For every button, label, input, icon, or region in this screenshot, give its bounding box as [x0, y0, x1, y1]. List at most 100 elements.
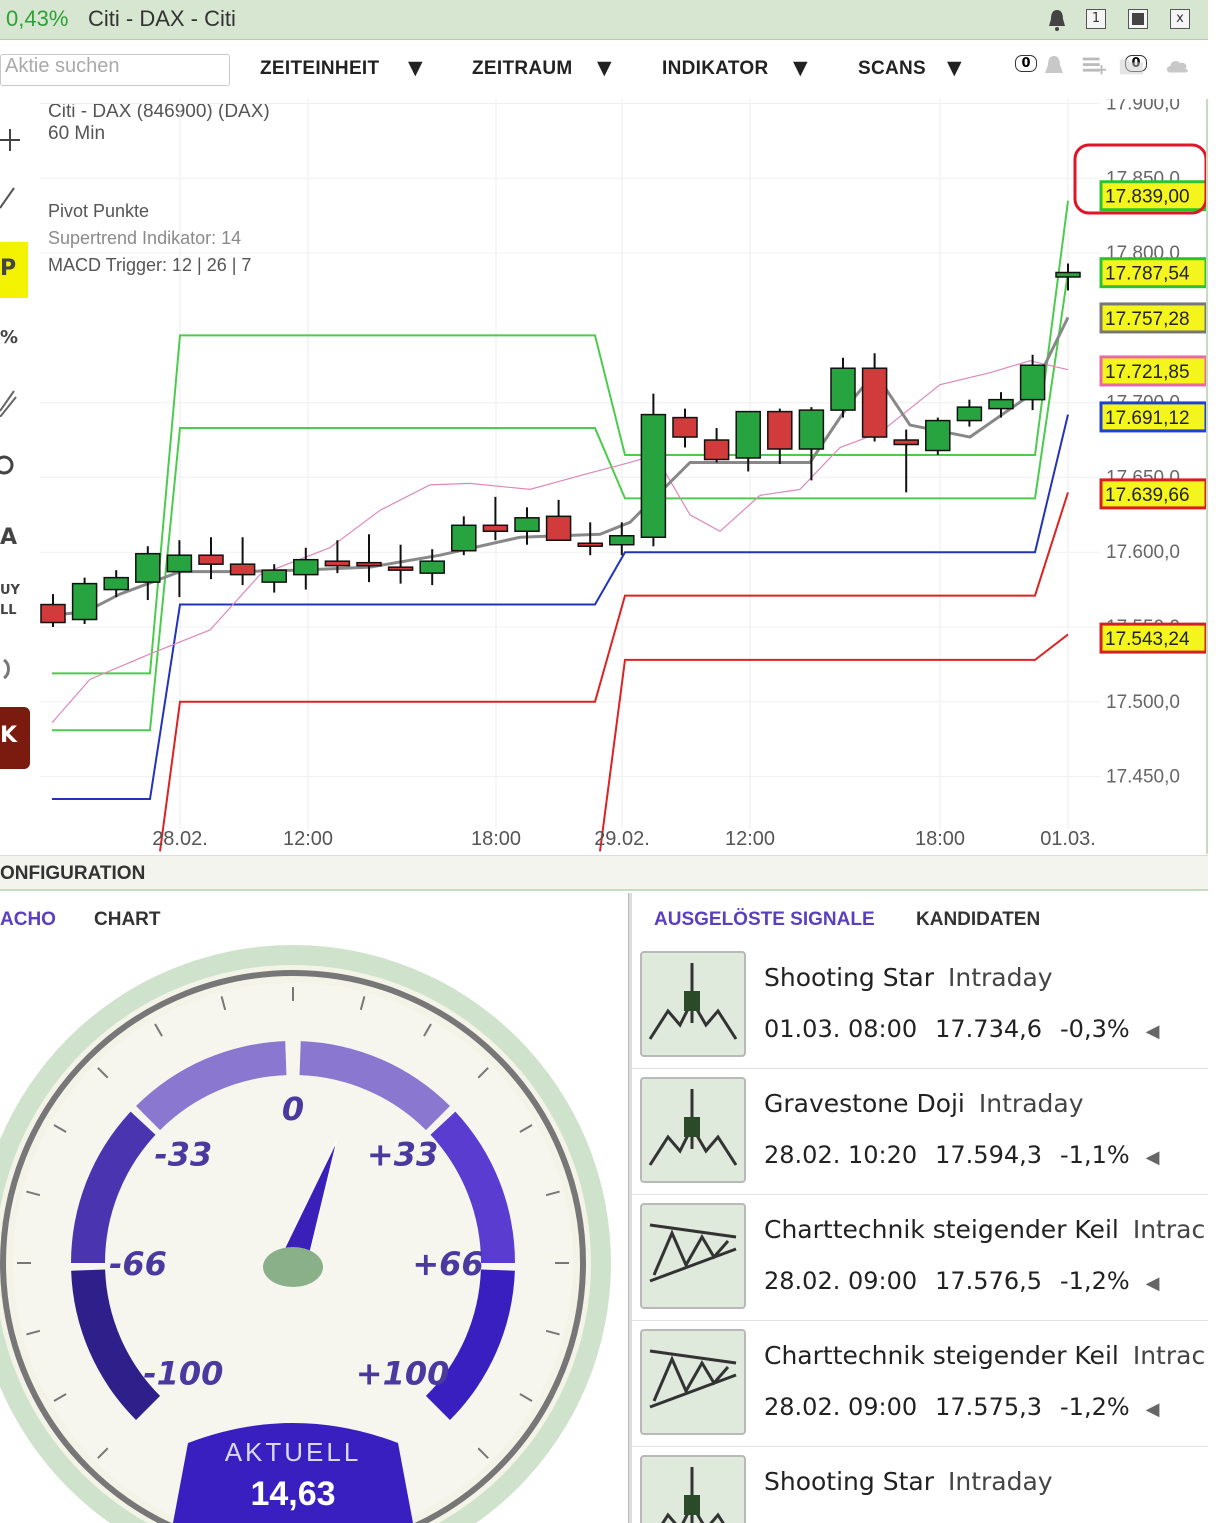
gauge-scale-label: -100	[143, 1355, 223, 1393]
speaker-icon[interactable]: ◀	[1146, 1021, 1160, 1042]
chevron-down-icon[interactable]: ▼	[947, 57, 962, 79]
signal-type: Intrac	[1132, 1341, 1206, 1370]
signal-date: 28.02. 09:00	[764, 1393, 918, 1421]
price-label-text: 17.839,00	[1105, 187, 1190, 208]
candle	[925, 419, 951, 452]
candle	[609, 535, 635, 546]
price-label-text: 17.787,54	[1105, 264, 1190, 285]
candle	[198, 554, 224, 565]
signal-row[interactable]: Shooting Star Intraday 01.03. 08:00 17.734,…	[632, 943, 1208, 1069]
signal-date: 28.02. 10:20	[764, 1141, 918, 1169]
tab-signals[interactable]: AUSGELÖSTE SIGNALE	[654, 909, 875, 931]
candle-pattern-icon	[640, 1077, 746, 1183]
signal-row[interactable]: Charttechnik steigender Keil Intrac 28.02.…	[632, 1321, 1208, 1447]
signal-name: Shooting Star	[764, 1467, 934, 1496]
signal-change: -1,2%	[1060, 1267, 1130, 1295]
signal-name: Gravestone Doji	[764, 1089, 965, 1118]
wedge-pattern-icon	[640, 1329, 746, 1435]
gauge-scale-label: -66	[109, 1245, 167, 1283]
chevron-down-icon[interactable]: ▼	[597, 57, 612, 79]
alarm-icon[interactable]	[1040, 53, 1068, 79]
candle	[356, 561, 382, 567]
signal-name: Shooting Star	[764, 963, 934, 992]
menu-indikator[interactable]: INDIKATOR	[662, 58, 769, 80]
signal-type: Intraday	[978, 1089, 1084, 1118]
price-chart[interactable]: P % A UY LL K Citi - DAX (846900) (DAX) …	[0, 99, 1208, 854]
candle	[324, 560, 351, 567]
speaker-icon[interactable]: ◀	[1146, 1147, 1160, 1168]
signal-detail: 28.02. 10:20 17.594,3 -1,1% ◀	[764, 1141, 1160, 1169]
candle	[71, 582, 98, 621]
candle	[767, 410, 793, 450]
candle	[703, 439, 730, 461]
cloud-icon[interactable]	[1164, 53, 1192, 79]
signal-title: Charttechnik steigender Keil Intrac	[764, 1341, 1205, 1370]
gauge-current-label: AKTUELL	[225, 1437, 362, 1467]
signal-row[interactable]: Shooting Star Intraday	[632, 1447, 1208, 1523]
chart-canvas[interactable]: 17.900,017.850,017.800,017.700,017.650,0…	[0, 99, 1206, 854]
tab-chart[interactable]: CHART	[94, 909, 161, 931]
x-tick-label: 29.02.	[594, 828, 650, 850]
candle	[735, 410, 761, 459]
chevron-down-icon[interactable]: ▼	[793, 57, 808, 79]
gauge-current-value: 14,63	[250, 1475, 335, 1513]
signal-row[interactable]: Charttechnik steigender Keil Intrac 28.02.…	[632, 1195, 1208, 1321]
speaker-icon[interactable]: ◀	[1146, 1273, 1160, 1294]
tab-tacho[interactable]: ACHO	[0, 909, 56, 931]
candle	[135, 552, 161, 583]
candle	[672, 416, 698, 438]
candle	[40, 603, 66, 624]
stock-search-input[interactable]: Aktie suchen	[0, 54, 230, 86]
speaker-icon[interactable]: ◀	[1146, 1399, 1160, 1420]
candle	[893, 439, 919, 446]
candle	[830, 367, 856, 411]
chevron-down-icon[interactable]: ▼	[408, 57, 423, 79]
signal-detail: 28.02. 09:00 17.576,5 -1,2% ◀	[764, 1267, 1160, 1295]
y-tick-label: 17.500,0	[1106, 692, 1180, 713]
toolbar: Aktie suchen ZEITEINHEIT ▼ ZEITRAUM ▼ IN…	[0, 41, 1208, 99]
signal-price: 17.734,6	[935, 1015, 1043, 1043]
gauge-scale-label: +66	[412, 1245, 483, 1283]
signal-price: 17.575,3	[935, 1393, 1043, 1421]
signal-title: Charttechnik steigender Keil Intrac	[764, 1215, 1205, 1244]
bell-icon[interactable]	[1046, 8, 1068, 32]
gauge-hub	[263, 1247, 323, 1287]
tab-candidates[interactable]: KANDIDATEN	[916, 909, 1040, 931]
candle	[103, 576, 129, 591]
signal-change: -1,2%	[1060, 1393, 1130, 1421]
signal-price: 17.576,5	[935, 1267, 1043, 1295]
menu-zeitraum[interactable]: ZEITRAUM	[472, 58, 573, 80]
x-tick-label: 12:00	[725, 828, 775, 850]
restore-button[interactable]: 1	[1086, 9, 1106, 29]
folder-icon[interactable]	[1118, 53, 1146, 79]
alarm-count-badge: 0	[1015, 55, 1037, 72]
price-label-text: 17.757,28	[1105, 309, 1190, 330]
signal-change: -1,1%	[1060, 1141, 1130, 1169]
watchlist-add-icon[interactable]	[1080, 53, 1108, 79]
signal-row[interactable]: Gravestone Doji Intraday 28.02. 10:20 17.59…	[632, 1069, 1208, 1195]
candle	[577, 542, 603, 547]
menu-zeiteinheit[interactable]: ZEITEINHEIT	[260, 58, 379, 80]
price-label: 17.543,24	[1099, 622, 1206, 654]
gauge-scale-label: +100	[356, 1355, 450, 1393]
signal-price: 17.594,3	[935, 1141, 1043, 1169]
configuration-bar[interactable]: ONFIGURATION	[0, 855, 1208, 891]
close-button[interactable]: x	[1170, 9, 1190, 29]
candle	[861, 367, 888, 438]
window-icon	[1132, 13, 1144, 25]
maximize-button[interactable]	[1128, 9, 1148, 29]
price-label-text: 17.639,66	[1105, 485, 1190, 506]
price-label: 17.787,54	[1099, 257, 1206, 289]
candle	[482, 524, 509, 533]
menu-scans[interactable]: SCANS	[858, 58, 926, 80]
signal-change: -0,3%	[1060, 1015, 1130, 1043]
pivot-p-line	[52, 414, 1069, 800]
candle	[1055, 271, 1081, 278]
signal-title: Shooting Star Intraday	[764, 963, 1053, 992]
price-label: 17.639,66	[1099, 478, 1206, 510]
y-tick-label: 17.600,0	[1106, 542, 1180, 563]
wedge-pattern-icon	[640, 1203, 746, 1309]
price-label-text: 17.721,85	[1105, 362, 1190, 383]
candle	[640, 413, 667, 538]
price-label-text: 17.543,24	[1105, 629, 1190, 650]
